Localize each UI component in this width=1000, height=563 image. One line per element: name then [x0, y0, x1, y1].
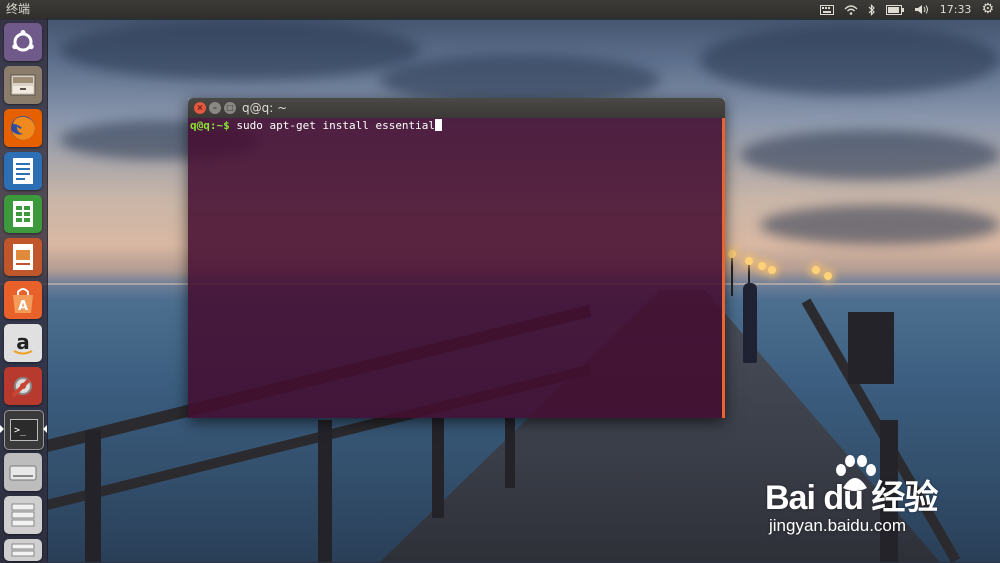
terminal-output[interactable]: q@q:~$ sudo apt-get install essential	[188, 118, 722, 418]
watermark-logo: Bai du 经验	[765, 470, 937, 519]
pier-post	[848, 312, 894, 384]
launcher-drive[interactable]	[4, 453, 42, 491]
maximize-icon: □	[226, 104, 234, 112]
indicator-area: 17:33 ⚙	[820, 0, 994, 19]
launcher-firefox[interactable]	[4, 109, 42, 147]
launcher-workspaces[interactable]	[4, 496, 42, 534]
pier-lamp	[812, 266, 820, 274]
minimize-button[interactable]: –	[209, 102, 221, 114]
terminal-titlebar[interactable]: × – □ q@q: ~	[188, 98, 725, 118]
ubuntu-logo-icon	[10, 29, 36, 55]
launcher-impress[interactable]	[4, 238, 42, 276]
shell-prompt: q@q:~$	[190, 119, 230, 132]
pier-post	[432, 418, 444, 518]
top-panel: 终端 17:33 ⚙	[0, 0, 1000, 19]
minimize-icon: –	[213, 104, 217, 112]
stack-icon	[9, 542, 37, 558]
launcher-terminal[interactable]: >_	[4, 410, 44, 450]
battery-icon[interactable]	[886, 0, 904, 19]
tools-icon	[9, 372, 37, 400]
maximize-button[interactable]: □	[224, 102, 236, 114]
volume-icon[interactable]	[914, 0, 930, 19]
pier-lamp	[768, 266, 776, 274]
cloud	[760, 205, 1000, 245]
close-button[interactable]: ×	[194, 102, 206, 114]
firefox-icon	[9, 114, 37, 142]
keyboard-icon[interactable]	[820, 0, 834, 19]
pier-lamp	[745, 257, 753, 265]
terminal-scrollbar[interactable]	[722, 118, 725, 418]
terminal-icon: >_	[10, 419, 38, 441]
presentation-icon	[11, 243, 35, 271]
stack-icon	[9, 502, 37, 528]
launcher-software-center[interactable]: A	[4, 281, 42, 319]
launcher-files[interactable]	[4, 66, 42, 104]
launcher-amazon[interactable]: a	[4, 324, 42, 362]
person-silhouette	[743, 283, 757, 363]
launcher-settings[interactable]	[4, 367, 42, 405]
amazon-icon: a	[9, 329, 37, 357]
cloud	[700, 25, 1000, 95]
clock[interactable]: 17:33	[940, 0, 972, 19]
pier-post	[318, 420, 332, 562]
launcher-trash[interactable]	[4, 539, 42, 561]
svg-text:a: a	[16, 330, 30, 354]
terminal-window[interactable]: × – □ q@q: ~ q@q:~$ sudo apt-get install…	[188, 98, 725, 418]
launcher-dash[interactable]	[4, 23, 42, 61]
bluetooth-icon[interactable]	[868, 0, 876, 19]
launcher-calc[interactable]	[4, 195, 42, 233]
pier-lamp	[824, 272, 832, 280]
cloud	[740, 130, 1000, 180]
lamp-pole	[731, 256, 733, 296]
wifi-icon[interactable]	[844, 0, 858, 19]
pier-post	[85, 430, 101, 562]
svg-text:A: A	[18, 299, 28, 314]
launcher: A a >_	[0, 19, 48, 562]
cloud	[60, 20, 420, 80]
active-app-title: 终端	[6, 0, 30, 19]
pier-lamp	[758, 262, 766, 270]
command-text: sudo apt-get install essential	[230, 119, 435, 132]
window-title: q@q: ~	[242, 98, 287, 118]
shopping-bag-icon: A	[10, 286, 36, 314]
close-icon: ×	[197, 104, 204, 112]
document-icon	[11, 157, 35, 185]
pier-post	[505, 418, 515, 488]
baidu-watermark: Bai du 经验 jingyan.baidu.com	[765, 452, 995, 542]
gear-icon[interactable]: ⚙	[981, 0, 994, 19]
svg-text:>_: >_	[14, 425, 27, 436]
launcher-focused-indicator	[43, 425, 47, 433]
pier-lamp	[728, 250, 736, 258]
launcher-writer[interactable]	[4, 152, 42, 190]
command-line: q@q:~$ sudo apt-get install essential	[190, 119, 442, 133]
text-cursor	[435, 119, 442, 131]
spreadsheet-icon	[11, 200, 35, 228]
watermark-url: jingyan.baidu.com	[769, 516, 906, 536]
file-cabinet-icon	[10, 73, 36, 97]
disk-icon	[9, 462, 37, 482]
